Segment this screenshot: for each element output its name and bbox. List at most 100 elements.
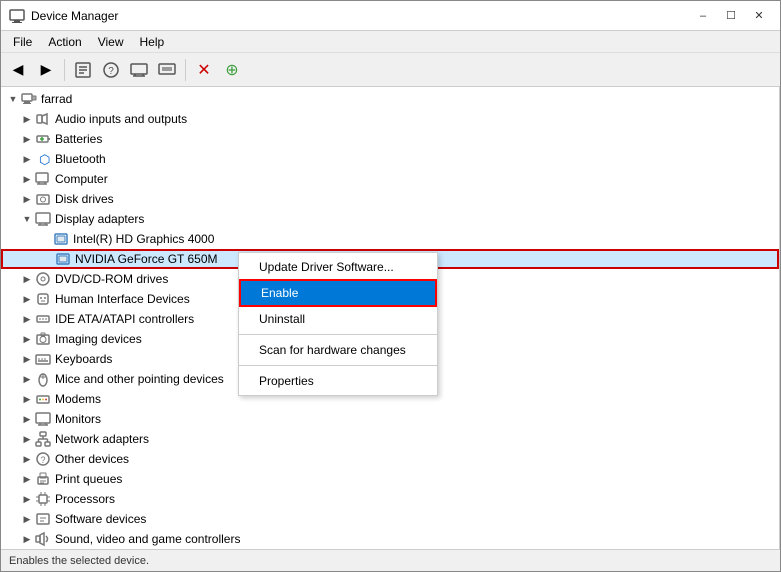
label-print: Print queues [55, 472, 122, 486]
toggle-dvd[interactable]: ▶ [19, 271, 35, 287]
toggle-audio[interactable]: ▶ [19, 111, 35, 127]
label-bluetooth: Bluetooth [55, 152, 106, 166]
toggle-bluetooth[interactable]: ▶ [19, 151, 35, 167]
icon-computer [35, 171, 51, 187]
label-nvidia: NVIDIA GeForce GT 650M [75, 252, 218, 266]
toggle-keyboards[interactable]: ▶ [19, 351, 35, 367]
label-sound: Sound, video and game controllers [55, 532, 240, 546]
icon-print [35, 471, 51, 487]
icon-imaging [35, 331, 51, 347]
label-audio: Audio inputs and outputs [55, 112, 187, 126]
minimize-button[interactable]: – [690, 6, 716, 26]
tree-item-disk[interactable]: ▶ Disk drives [1, 189, 779, 209]
toolbar-show-hidden[interactable] [154, 57, 180, 83]
toggle-sound[interactable]: ▶ [19, 531, 35, 547]
tree-item-display[interactable]: ▼ Display adapters [1, 209, 779, 229]
status-bar: Enables the selected device. [1, 549, 780, 571]
app-icon [9, 8, 25, 24]
label-computer: Computer [55, 172, 108, 186]
tree-item-computer[interactable]: ▶ Computer [1, 169, 779, 189]
toolbar-update[interactable]: ? [98, 57, 124, 83]
toolbar-back[interactable]: ◀ [5, 57, 31, 83]
icon-monitors [35, 411, 51, 427]
window-title: Device Manager [31, 9, 690, 23]
device-manager-window: Device Manager – ☐ ✕ File Action View He… [0, 0, 781, 572]
label-display: Display adapters [55, 212, 144, 226]
tree-item-print[interactable]: ▶ Print queues [1, 469, 779, 489]
toggle-monitors[interactable]: ▶ [19, 411, 35, 427]
icon-mice [35, 371, 51, 387]
toggle-hid[interactable]: ▶ [19, 291, 35, 307]
toggle-other[interactable]: ▶ [19, 451, 35, 467]
tree-item-other[interactable]: ▶ ? Other devices [1, 449, 779, 469]
toggle-batteries[interactable]: ▶ [19, 131, 35, 147]
ctx-item-enable[interactable]: Enable [239, 279, 437, 307]
icon-processors [35, 491, 51, 507]
toolbar-disable[interactable]: ✕ [191, 57, 217, 83]
toolbar-properties[interactable] [70, 57, 96, 83]
tree-container: ▼ farrad ▶ Audio inputs and outputs [1, 87, 780, 549]
label-keyboards: Keyboards [55, 352, 112, 366]
label-monitors: Monitors [55, 412, 101, 426]
toggle-ide[interactable]: ▶ [19, 311, 35, 327]
ctx-item-scan[interactable]: Scan for hardware changes [239, 338, 437, 362]
toolbar-enable[interactable]: ⊕ [219, 57, 245, 83]
tree-item-intel[interactable]: Intel(R) HD Graphics 4000 [1, 229, 779, 249]
toggle-processors[interactable]: ▶ [19, 491, 35, 507]
toggle-mice[interactable]: ▶ [19, 371, 35, 387]
tree-item-network[interactable]: ▶ Network adapters [1, 429, 779, 449]
icon-software [35, 511, 51, 527]
icon-bluetooth: ⬡ [35, 151, 51, 167]
svg-text:?: ? [40, 455, 45, 465]
icon-network [35, 431, 51, 447]
tree-item-processors[interactable]: ▶ Processors [1, 489, 779, 509]
ctx-sep-after-scan [239, 365, 437, 366]
icon-disk [35, 191, 51, 207]
status-text: Enables the selected device. [9, 555, 149, 567]
menu-file[interactable]: File [5, 33, 40, 51]
toolbar-scan[interactable] [126, 57, 152, 83]
tree-item-batteries[interactable]: ▶ Batteries [1, 129, 779, 149]
label-hid: Human Interface Devices [55, 292, 190, 306]
tree-item-monitors[interactable]: ▶ Monitors [1, 409, 779, 429]
tree-item-sound[interactable]: ▶ Sound, video and game controllers [1, 529, 779, 549]
tree-item-software[interactable]: ▶ Software devices [1, 509, 779, 529]
label-imaging: Imaging devices [55, 332, 142, 346]
context-menu: Update Driver Software...EnableUninstall… [238, 252, 438, 396]
toggle-software[interactable]: ▶ [19, 511, 35, 527]
tree-item-bluetooth[interactable]: ▶ ⬡ Bluetooth [1, 149, 779, 169]
toggle-imaging[interactable]: ▶ [19, 331, 35, 347]
toggle-computer[interactable]: ▶ [19, 171, 35, 187]
toolbar-forward[interactable]: ▶ [33, 57, 59, 83]
ctx-item-update[interactable]: Update Driver Software... [239, 255, 437, 279]
tree-root[interactable]: ▼ farrad [1, 89, 779, 109]
label-batteries: Batteries [55, 132, 102, 146]
toggle-print[interactable]: ▶ [19, 471, 35, 487]
root-label: farrad [41, 92, 72, 106]
toolbar: ◀ ▶ ? [1, 53, 780, 87]
label-software: Software devices [55, 512, 146, 526]
toggle-network[interactable]: ▶ [19, 431, 35, 447]
icon-dvd [35, 271, 51, 287]
menu-help[interactable]: Help [132, 33, 173, 51]
toggle-modems[interactable]: ▶ [19, 391, 35, 407]
toggle-disk[interactable]: ▶ [19, 191, 35, 207]
ctx-item-uninstall[interactable]: Uninstall [239, 307, 437, 331]
label-ide: IDE ATA/ATAPI controllers [55, 312, 194, 326]
maximize-button[interactable]: ☐ [718, 6, 744, 26]
toggle-display[interactable]: ▼ [19, 211, 35, 227]
icon-batteries [35, 131, 51, 147]
tree-item-audio[interactable]: ▶ Audio inputs and outputs [1, 109, 779, 129]
svg-text:?: ? [108, 66, 114, 77]
icon-ide [35, 311, 51, 327]
toolbar-sep-1 [64, 59, 65, 81]
icon-other: ? [35, 451, 51, 467]
close-button[interactable]: ✕ [746, 6, 772, 26]
root-toggle[interactable]: ▼ [5, 91, 21, 107]
ctx-item-properties[interactable]: Properties [239, 369, 437, 393]
icon-display [35, 211, 51, 227]
menu-action[interactable]: Action [40, 33, 89, 51]
toggle-intel [37, 231, 53, 247]
icon-audio [35, 111, 51, 127]
menu-view[interactable]: View [90, 33, 132, 51]
